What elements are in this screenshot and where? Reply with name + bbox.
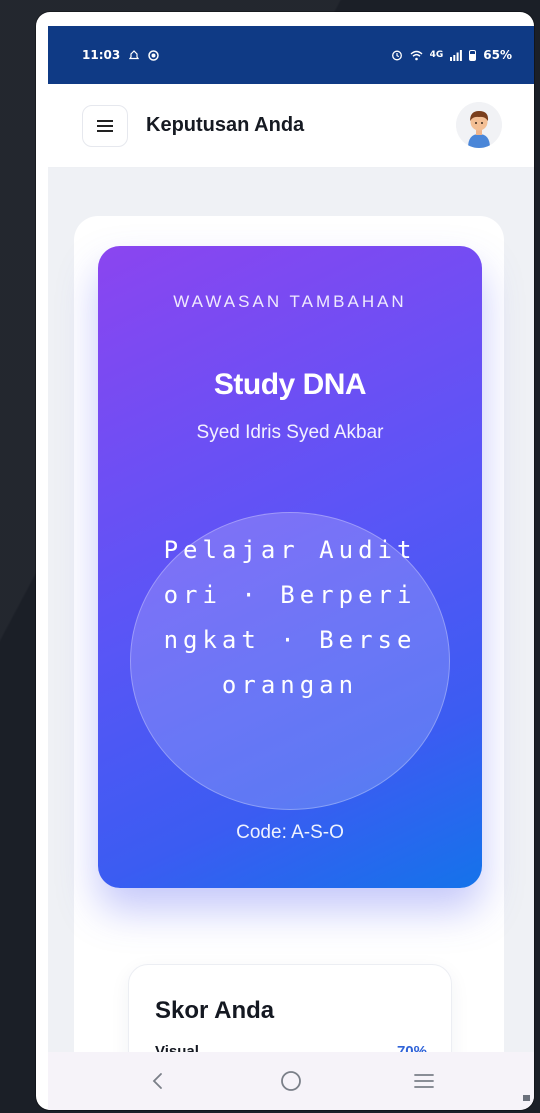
main-content[interactable]: WAWASAN TAMBAHAN Study DNA Syed Idris Sy… [48,168,534,1052]
battery-icon [469,49,477,61]
score-title: Skor Anda [155,997,275,1024]
app-notification-icon [148,49,159,61]
menu-icon [97,119,113,132]
alarm-icon [391,49,403,61]
nav-back-button[interactable] [136,1059,180,1103]
nav-recents-button[interactable] [402,1059,446,1103]
status-time: 11:03 [82,48,121,62]
score-row: Visual 70% [155,1043,427,1052]
score-label: Visual [155,1043,199,1052]
menu-button[interactable] [82,104,128,147]
back-icon [153,1073,163,1089]
learner-profile: Pelajar Auditori · Berperingkat · Berseo… [163,536,417,699]
status-bar: 11:03 4G 65% [48,26,534,84]
signal-icon [450,49,463,61]
recents-icon [413,1074,434,1088]
status-left: 11:03 [82,48,159,62]
battery-level: 65% [483,48,512,62]
status-right: 4G 65% [391,48,512,62]
profile-code: Code: A-S-O [236,822,344,843]
results-card: WAWASAN TAMBAHAN Study DNA Syed Idris Sy… [74,216,504,1052]
app-header: Keputusan Anda [48,84,534,168]
corner-mark [523,1095,530,1101]
avatar-icon [456,102,502,148]
home-icon [281,1071,301,1091]
notification-icon [129,49,140,61]
score-value: 70% [396,1043,427,1052]
card-eyebrow: WAWASAN TAMBAHAN [173,292,407,311]
page-title: Keputusan Anda [146,114,305,136]
score-card: Skor Anda Visual 70% [128,964,452,1052]
phone-screen: 11:03 4G 65% Keputusan Anda WAWASAN TAMB… [36,12,534,1110]
nav-home-button[interactable] [269,1059,313,1103]
student-name: Syed Idris Syed Akbar [196,422,384,443]
wifi-icon [410,50,423,61]
avatar[interactable] [456,102,502,148]
study-dna-card: WAWASAN TAMBAHAN Study DNA Syed Idris Sy… [98,246,482,888]
system-nav-bar [48,1052,534,1110]
card-title: Study DNA [213,368,367,401]
network-type: 4G [429,50,444,60]
